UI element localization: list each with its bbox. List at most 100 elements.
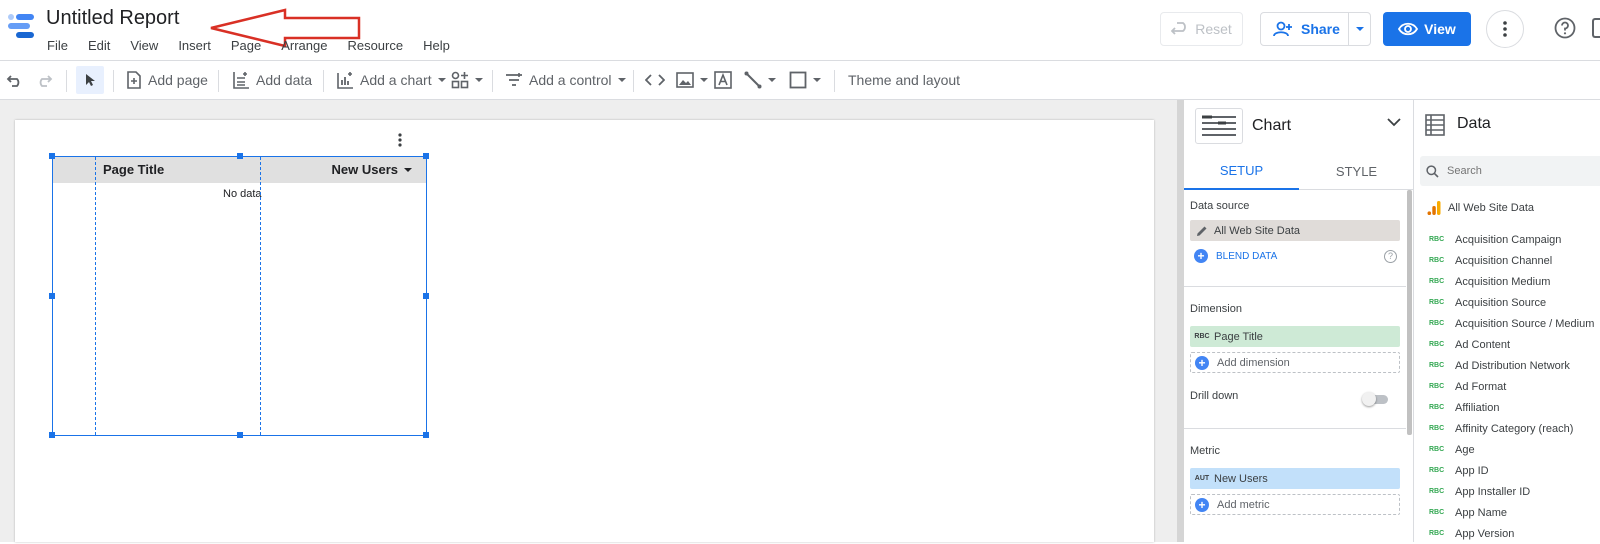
field-item[interactable]: RBC App ID [1415, 460, 1600, 481]
tab-style[interactable]: STYLE [1299, 152, 1414, 190]
theme-and-layout-button[interactable]: Theme and layout [848, 61, 960, 99]
column-header-new-users[interactable]: New Users [332, 162, 412, 177]
google-analytics-icon [1427, 200, 1441, 216]
add-person-icon [1273, 21, 1293, 37]
menu-insert[interactable]: Insert [178, 38, 211, 53]
code-embed-icon[interactable] [645, 61, 665, 99]
scrollbar[interactable] [1407, 190, 1413, 540]
share-dropdown-button[interactable] [1349, 27, 1370, 31]
menu-page[interactable]: Page [231, 38, 261, 53]
help-circle-icon[interactable]: ? [1384, 250, 1397, 263]
add-data-button[interactable]: Add data [232, 61, 312, 99]
chart-panel-header[interactable]: Chart [1184, 100, 1413, 152]
resize-handle[interactable] [49, 153, 55, 159]
menu-view[interactable]: View [130, 38, 158, 53]
add-dimension-button[interactable]: + Add dimension [1190, 352, 1400, 373]
field-item[interactable]: RBC App Version [1415, 523, 1600, 544]
image-button[interactable] [676, 61, 708, 99]
reset-label: Reset [1195, 21, 1232, 37]
data-source-chip[interactable]: All Web Site Data [1190, 220, 1400, 241]
data-source-label: Data source [1190, 200, 1250, 212]
resize-handle[interactable] [49, 432, 55, 438]
report-page[interactable]: Page Title New Users No data [15, 120, 1154, 542]
shape-tool-button[interactable] [789, 61, 821, 99]
resize-handle[interactable] [49, 293, 55, 299]
field-item[interactable]: RBC App Installer ID [1415, 481, 1600, 502]
add-chart-label: Add a chart [360, 72, 432, 88]
scrollbar-thumb[interactable] [1407, 190, 1412, 435]
add-chart-button[interactable]: Add a chart [336, 61, 446, 99]
undo-icon[interactable] [6, 61, 24, 99]
menu-file[interactable]: File [47, 38, 68, 53]
report-title[interactable]: Untitled Report [46, 7, 179, 30]
metric-chip-new-users[interactable]: AUT New Users [1190, 468, 1400, 489]
field-item[interactable]: RBC Acquisition Source [1415, 292, 1600, 313]
field-item[interactable]: RBC Ad Format [1415, 376, 1600, 397]
view-button[interactable]: View [1383, 12, 1471, 46]
add-circle-icon: + [1194, 249, 1208, 263]
dimension-name: Page Title [1214, 330, 1263, 343]
tab-setup[interactable]: SETUP [1184, 152, 1299, 190]
line-tool-button[interactable] [744, 61, 776, 99]
table-chart-type-icon[interactable] [1195, 108, 1243, 144]
field-type-text-icon: RBC [1429, 446, 1445, 453]
reset-button[interactable]: Reset [1160, 12, 1243, 46]
field-name: Affiliation [1455, 401, 1500, 414]
blend-data-button[interactable]: + BLEND DATA [1194, 249, 1277, 263]
menu-arrange[interactable]: Arrange [281, 38, 327, 53]
field-item[interactable]: RBC Acquisition Campaign [1415, 229, 1600, 250]
field-item[interactable]: RBC Age [1415, 439, 1600, 460]
field-item[interactable]: RBC Acquisition Medium [1415, 271, 1600, 292]
add-page-button[interactable]: Add page [126, 61, 208, 99]
search-input[interactable] [1447, 165, 1587, 177]
chart-options-kebab-icon[interactable] [398, 133, 402, 147]
menu-edit[interactable]: Edit [88, 38, 110, 53]
field-item[interactable]: RBC Affiliation [1415, 397, 1600, 418]
select-tool-button[interactable] [76, 66, 104, 94]
menu-help[interactable]: Help [423, 38, 450, 53]
chevron-down-icon[interactable] [1387, 118, 1401, 127]
field-item[interactable]: RBC Ad Distribution Network [1415, 355, 1600, 376]
dimension-chip-page-title[interactable]: RBC Page Title [1190, 326, 1400, 347]
column-header-page-title[interactable]: Page Title [103, 162, 164, 177]
filter-control-icon [505, 73, 523, 87]
line-icon [744, 71, 762, 89]
resize-handle[interactable] [423, 293, 429, 299]
field-search-box[interactable] [1420, 156, 1600, 186]
add-chart-icon [336, 71, 354, 89]
field-type-text-icon: RBC [1429, 362, 1445, 369]
resize-handle[interactable] [237, 153, 243, 159]
redo-icon[interactable] [35, 61, 53, 99]
field-item[interactable]: RBC Acquisition Channel [1415, 250, 1600, 271]
panel-divider[interactable] [1177, 100, 1184, 542]
field-name: Age [1455, 443, 1475, 456]
add-control-button[interactable]: Add a control [505, 61, 626, 99]
data-source-item[interactable]: All Web Site Data [1427, 200, 1534, 216]
chart-panel-title: Chart [1252, 117, 1292, 134]
drill-down-toggle[interactable] [1362, 392, 1388, 406]
community-visualizations-button[interactable] [451, 61, 483, 99]
caret-down-icon [617, 78, 626, 82]
column-guide [95, 157, 96, 435]
resize-handle[interactable] [423, 432, 429, 438]
field-item[interactable]: RBC App Name [1415, 502, 1600, 523]
table-chart[interactable]: Page Title New Users No data [49, 153, 429, 438]
share-button[interactable]: Share [1261, 13, 1349, 45]
resize-handle[interactable] [237, 432, 243, 438]
field-name: Ad Distribution Network [1455, 359, 1570, 372]
pencil-icon[interactable] [1190, 225, 1214, 237]
reset-icon [1171, 22, 1189, 36]
field-item[interactable]: RBC Acquisition Source / Medium [1415, 313, 1600, 334]
add-metric-button[interactable]: + Add metric [1190, 494, 1400, 515]
resize-handle[interactable] [423, 153, 429, 159]
field-item[interactable]: RBC Affinity Category (reach) [1415, 418, 1600, 439]
more-options-button[interactable] [1486, 10, 1524, 48]
field-item[interactable]: RBC Ad Content [1415, 334, 1600, 355]
text-box-icon[interactable] [714, 61, 732, 99]
add-control-label: Add a control [529, 72, 612, 88]
help-icon[interactable] [1554, 17, 1576, 39]
account-icon[interactable] [1592, 18, 1600, 38]
field-type-text-icon: RBC [1429, 257, 1445, 264]
looker-studio-logo-icon[interactable] [6, 12, 36, 42]
menu-resource[interactable]: Resource [347, 38, 403, 53]
